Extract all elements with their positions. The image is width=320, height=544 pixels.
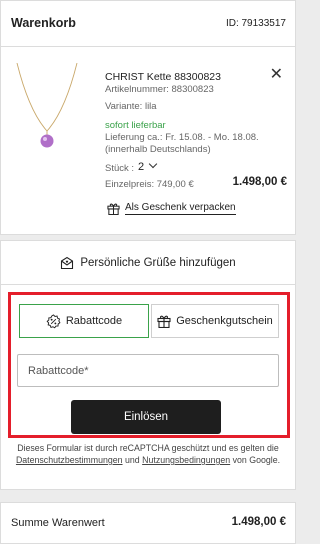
- product-availability: sofort lieferbar: [105, 120, 166, 131]
- add-greetings-label[interactable]: Persönliche Grüße hinzufügen: [80, 257, 235, 269]
- summary-value: 1.498,00 €: [231, 516, 286, 528]
- recaptcha-notice: Dieses Formular ist durch reCAPTCHA gesc…: [1, 442, 295, 466]
- remove-item-button[interactable]: ✕: [270, 67, 283, 83]
- product-title[interactable]: CHRIST Kette 88300823: [105, 71, 221, 83]
- product-variant: Variante: lila: [105, 101, 157, 112]
- item-total-price: 1.498,00 €: [232, 176, 287, 188]
- delivery-date: Lieferung ca.: Fr. 15.08. - Mo. 18.08.: [105, 132, 259, 143]
- chevron-down-icon[interactable]: [148, 159, 158, 169]
- gift-wrap-link[interactable]: Als Geschenk verpacken: [107, 200, 236, 216]
- summary-label: Summe Warenwert: [11, 517, 105, 529]
- discount-code-input[interactable]: [17, 354, 279, 387]
- add-greetings-button[interactable]: Persönliche Grüße hinzufügen: [1, 241, 295, 285]
- redeem-button[interactable]: Einlösen: [71, 400, 221, 434]
- cart-panel: Warenkorb ID: 79133517 CHRIST Kette 8830…: [0, 0, 296, 235]
- recaptcha-suffix: von Google.: [230, 455, 281, 465]
- quantity-select[interactable]: 2: [138, 159, 158, 173]
- product-article-number: Artikelnummer: 88300823: [105, 84, 214, 95]
- greeting-card-icon: [61, 256, 74, 269]
- product-image[interactable]: [11, 63, 83, 171]
- tab-gift-label[interactable]: Geschenkgutschein: [176, 315, 273, 327]
- gift-icon: [157, 315, 171, 328]
- close-icon[interactable]: ✕: [270, 66, 283, 83]
- options-panel: Persönliche Grüße hinzufügen Rabattcode …: [0, 240, 296, 490]
- gift-icon: [107, 203, 120, 215]
- summary-panel: Summe Warenwert 1.498,00 €: [0, 502, 296, 544]
- quantity-value[interactable]: 2: [138, 161, 144, 173]
- recaptcha-text: Dieses Formular ist durch reCAPTCHA gesc…: [17, 443, 279, 453]
- delivery-region: (innerhalb Deutschlands): [105, 144, 211, 155]
- cart-title: Warenkorb: [11, 16, 76, 30]
- cart-header: Warenkorb ID: 79133517: [1, 1, 295, 47]
- discount-percent-icon: [46, 313, 61, 328]
- tab-gift-voucher[interactable]: Geschenkgutschein: [151, 304, 279, 338]
- quantity-label: Stück :: [105, 163, 135, 174]
- gift-wrap-label[interactable]: Als Geschenk verpacken: [125, 202, 236, 215]
- cart-id: ID: 79133517: [225, 18, 286, 29]
- tab-discount-label[interactable]: Rabattcode: [66, 315, 122, 327]
- terms-link[interactable]: Nutzungsbedingungen: [142, 455, 230, 465]
- recaptcha-and: und: [122, 455, 143, 465]
- product-delivery: Lieferung ca.: Fr. 15.08. - Mo. 18.08. (…: [105, 132, 285, 156]
- unit-price: Einzelpreis: 749,00 €: [105, 179, 194, 190]
- tab-discount-code[interactable]: Rabattcode: [19, 304, 149, 338]
- voucher-section: Rabattcode Geschenkgutschein Einlösen: [8, 292, 290, 438]
- privacy-link[interactable]: Datenschutzbestimmungen: [16, 455, 123, 465]
